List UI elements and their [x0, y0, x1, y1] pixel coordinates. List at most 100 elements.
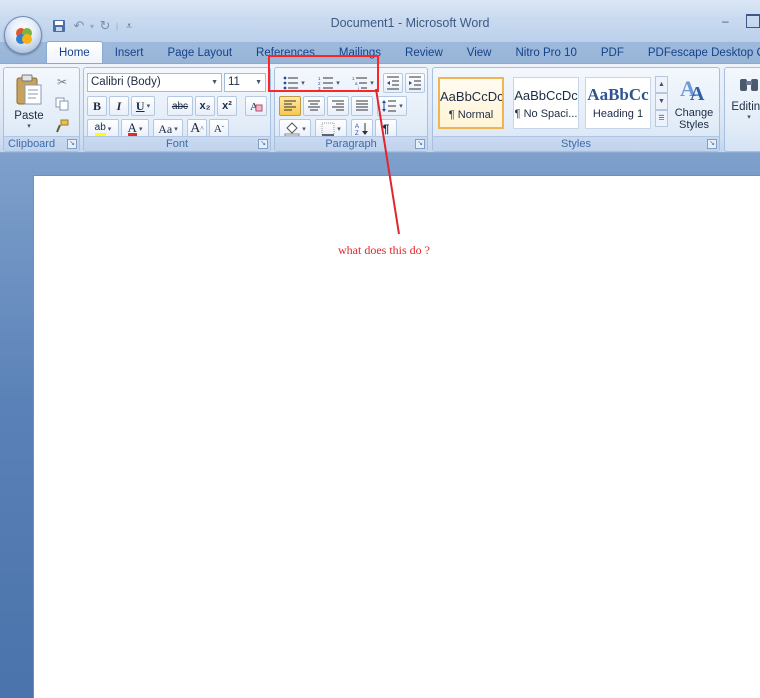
- sort-icon: AZ: [355, 123, 368, 136]
- undo-dropdown-icon[interactable]: ▾: [90, 22, 94, 31]
- format-painter-icon[interactable]: [52, 116, 72, 136]
- tab-review[interactable]: Review: [393, 42, 455, 64]
- chevron-down-icon: ▾: [107, 126, 112, 133]
- strikethrough-button[interactable]: abc: [167, 96, 193, 116]
- decrease-indent-button[interactable]: [383, 73, 403, 93]
- paste-button[interactable]: Paste ▾: [10, 71, 48, 130]
- editing-group: Editing ▾: [724, 67, 760, 152]
- justify-icon: [356, 100, 368, 111]
- styles-scroll: ▲ ▼ ☰: [655, 76, 668, 131]
- tab-pdf[interactable]: PDF: [589, 42, 636, 64]
- separator: |: [116, 21, 119, 31]
- subscript-button[interactable]: x₂: [195, 96, 215, 116]
- align-left-button[interactable]: [279, 96, 301, 116]
- chevron-down-icon: ▼: [255, 79, 262, 86]
- font-size-value: 11: [228, 76, 240, 88]
- paste-dropdown-icon[interactable]: ▾: [10, 122, 48, 130]
- underline-label: U: [135, 98, 145, 113]
- chevron-down-icon: ▾: [747, 114, 751, 121]
- font-group-label: Font: [84, 136, 270, 151]
- svg-text:A: A: [690, 83, 705, 104]
- tab-page-layout[interactable]: Page Layout: [155, 42, 244, 64]
- scroll-down-icon[interactable]: ▼: [655, 93, 668, 110]
- tab-view[interactable]: View: [455, 42, 504, 64]
- clipboard-launcher-icon[interactable]: ↘: [67, 139, 77, 149]
- office-button[interactable]: [4, 16, 42, 54]
- style-name: ¶ Normal: [448, 109, 494, 121]
- align-right-icon: [332, 100, 344, 111]
- align-left-icon: [284, 100, 296, 111]
- align-center-icon: [308, 100, 320, 111]
- clipboard-group: Paste ▾ ✂ Clipboard ↘: [3, 67, 80, 152]
- clear-formatting-button[interactable]: A: [245, 96, 267, 116]
- chevron-down-icon: ▾: [337, 126, 341, 133]
- align-right-button[interactable]: [327, 96, 349, 116]
- chevron-down-icon: ▾: [146, 103, 151, 110]
- title-bar: ↶ ▾ ↻ | ⩡ Document1 - Microsoft Word –: [0, 0, 760, 42]
- style-name: Heading 1: [592, 108, 644, 120]
- change-styles-label: Change Styles: [674, 107, 714, 131]
- line-spacing-icon: [382, 100, 397, 112]
- customize-qat-icon[interactable]: ⩡: [120, 17, 138, 35]
- chevron-down-icon: ▾: [399, 103, 403, 110]
- editing-button[interactable]: Editing ▾: [727, 72, 760, 132]
- change-styles-icon: A A: [680, 76, 705, 105]
- font-size-select[interactable]: 11 ▼: [224, 73, 266, 92]
- chevron-down-icon: ▾: [138, 126, 143, 133]
- style-no-spacing[interactable]: AaBbCcDc ¶ No Spaci...: [513, 77, 579, 129]
- superscript-button[interactable]: x²: [217, 96, 237, 116]
- font-launcher-icon[interactable]: ↘: [258, 139, 268, 149]
- copy-icon[interactable]: [52, 94, 72, 114]
- style-sample: AaBbCcDc: [514, 88, 578, 103]
- ribbon-tabs: Home Insert Page Layout References Maili…: [46, 41, 760, 65]
- minimize-button[interactable]: –: [722, 14, 736, 28]
- style-sample: AaBbCcDc: [440, 89, 502, 104]
- justify-button[interactable]: [351, 96, 373, 116]
- paste-label: Paste: [14, 110, 44, 122]
- style-sample: AaBbCc: [587, 85, 649, 104]
- clear-formatting-icon: A: [250, 101, 263, 113]
- cut-icon[interactable]: ✂: [52, 72, 72, 92]
- style-heading-1[interactable]: AaBbCc Heading 1: [585, 77, 651, 129]
- scroll-up-icon[interactable]: ▲: [655, 76, 668, 93]
- borders-icon: [321, 122, 335, 136]
- chevron-down-icon: ▾: [174, 126, 178, 133]
- styles-group: AaBbCcDc ¶ Normal AaBbCcDc ¶ No Spaci...…: [432, 67, 720, 152]
- svg-text:A: A: [355, 124, 359, 130]
- paste-icon: [16, 74, 42, 105]
- save-icon[interactable]: [50, 17, 68, 35]
- paragraph-launcher-icon[interactable]: ↘: [415, 139, 425, 149]
- chevron-down-icon: ▾: [302, 126, 306, 133]
- shading-icon: [284, 122, 300, 136]
- tab-pdfescape[interactable]: PDFescape Desktop Creator: [636, 42, 760, 64]
- italic-button[interactable]: I: [109, 96, 129, 116]
- styles-group-label: Styles: [433, 136, 719, 151]
- line-spacing-button[interactable]: ▾: [377, 96, 407, 116]
- redo-icon[interactable]: ↻: [96, 17, 114, 35]
- tab-insert[interactable]: Insert: [103, 42, 156, 64]
- ribbon: Paste ▾ ✂ Clipboard ↘ Calibri (Body) ▼ 1…: [0, 63, 760, 153]
- change-styles-button[interactable]: A A Change Styles: [671, 74, 717, 136]
- undo-icon[interactable]: ↶: [70, 17, 88, 35]
- more-styles-icon[interactable]: ☰: [655, 110, 668, 127]
- decrease-indent-icon: [387, 76, 399, 90]
- shrink-font-label: A: [213, 123, 222, 135]
- tab-nitro-pro[interactable]: Nitro Pro 10: [503, 42, 588, 64]
- paragraph-group-label: Paragraph: [275, 136, 427, 151]
- font-family-select[interactable]: Calibri (Body) ▼: [87, 73, 222, 92]
- increase-indent-button[interactable]: [405, 73, 425, 93]
- style-normal[interactable]: AaBbCcDc ¶ Normal: [438, 77, 504, 129]
- align-center-button[interactable]: [303, 96, 325, 116]
- tab-home[interactable]: Home: [46, 41, 103, 65]
- quick-access-toolbar: ↶ ▾ ↻ | ⩡: [50, 17, 138, 35]
- editing-label: Editing: [731, 101, 760, 113]
- bold-button[interactable]: B: [87, 96, 107, 116]
- increase-indent-icon: [409, 76, 421, 90]
- office-logo-icon: [16, 28, 32, 44]
- maximize-button[interactable]: [746, 14, 760, 28]
- binoculars-icon: [740, 79, 758, 91]
- styles-launcher-icon[interactable]: ↘: [707, 139, 717, 149]
- font-color-label: A: [127, 120, 137, 136]
- underline-button[interactable]: U ▾: [131, 96, 155, 116]
- highlight-label: ab: [94, 122, 106, 136]
